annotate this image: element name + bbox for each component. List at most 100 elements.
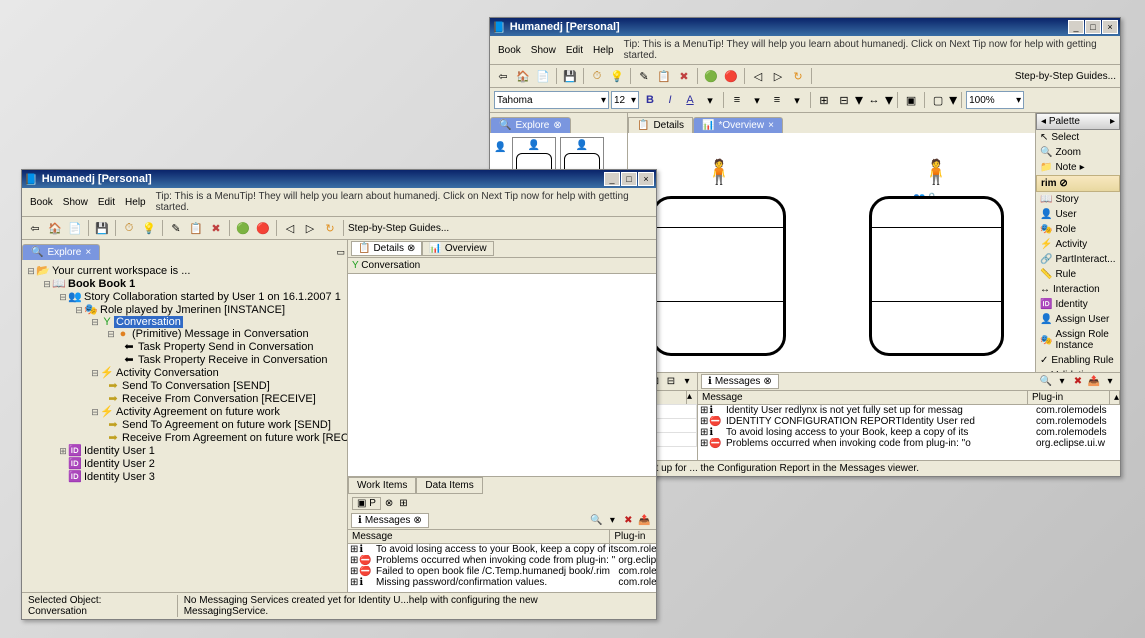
menu-show[interactable]: Show (59, 196, 92, 209)
back-icon[interactable]: ⇦ (26, 219, 44, 237)
palette-enabling-rule[interactable]: ✓ Enabling Rule (1036, 353, 1120, 368)
chevron-right-icon[interactable]: ▸ (1110, 116, 1115, 127)
filter-icon[interactable]: ⊟ (664, 376, 678, 387)
menu-edit[interactable]: Edit (562, 44, 587, 57)
actor-box[interactable] (651, 196, 786, 356)
refresh-icon[interactable]: ↻ (321, 219, 339, 237)
home-icon[interactable]: 🏠 (46, 219, 64, 237)
spacing-icon[interactable]: ↔ (865, 91, 883, 109)
message-row[interactable]: ⊞⛔Problems occurred when invoking code f… (698, 438, 1120, 449)
menu-help[interactable]: Help (589, 44, 618, 57)
explore-tree[interactable]: ⊟📂Your current workspace is ... ⊟📖Book B… (22, 260, 347, 592)
titlebar[interactable]: 📘Humanedj [Personal] _ □ × (22, 170, 656, 188)
font-family-combo[interactable]: Tahoma▾ (494, 91, 609, 109)
italic-button[interactable]: I (661, 91, 679, 109)
tab-explore[interactable]: 🔍 Explore ⊗ (490, 117, 571, 133)
dropdown-icon[interactable]: ▾ (748, 91, 766, 109)
tab-overview[interactable]: 📊 Overview (422, 241, 493, 256)
paste-icon[interactable]: 📋 (187, 219, 205, 237)
guides-link[interactable]: Step-by-Step Guides... (348, 223, 449, 234)
delete-icon[interactable]: ✖ (1071, 376, 1085, 387)
group-icon[interactable]: ▣ (902, 91, 920, 109)
bold-button[interactable]: B (641, 91, 659, 109)
font-color-button[interactable]: A (681, 91, 699, 109)
refresh-icon[interactable]: ↻ (789, 67, 807, 85)
palette-category[interactable]: rim ⊘ (1036, 175, 1120, 192)
x-button[interactable]: ⊗ (383, 498, 395, 509)
font-size-combo[interactable]: 12▾ (611, 91, 639, 109)
palette-user[interactable]: 👤 User (1036, 207, 1120, 222)
tab-work-items[interactable]: Work Items (348, 477, 416, 494)
palette-assign-user[interactable]: 👤 Assign User (1036, 312, 1120, 327)
tab-overview[interactable]: 📊 *Overview × (693, 117, 783, 133)
palette-partinteract[interactable]: 🔗 PartInteract... (1036, 252, 1120, 267)
edit-icon[interactable]: ✎ (635, 67, 653, 85)
menu-show[interactable]: Show (527, 44, 560, 57)
prev-icon[interactable]: ◁ (749, 67, 767, 85)
next-icon[interactable]: ▷ (301, 219, 319, 237)
palette-rule[interactable]: 📏 Rule (1036, 267, 1120, 282)
grid-icon[interactable]: ⊞ (397, 498, 409, 509)
export-icon[interactable]: 📤 (1087, 376, 1101, 387)
overview-canvas[interactable]: 🧍 Live? false 🧍 👥🔒 Live? false (628, 133, 1035, 372)
guides-link[interactable]: Step-by-Step Guides... (1015, 71, 1116, 82)
actor-box[interactable] (869, 196, 1004, 356)
p-button[interactable]: ▣ P (352, 497, 381, 510)
delete-icon[interactable]: ✖ (621, 515, 635, 526)
delete-icon[interactable]: ✖ (675, 67, 693, 85)
palette-story[interactable]: 📖 Story (1036, 192, 1120, 207)
start-icon[interactable]: 🟢 (234, 219, 252, 237)
save-icon[interactable]: 💾 (93, 219, 111, 237)
book-icon[interactable]: 📄 (66, 219, 84, 237)
history-icon[interactable]: ⏱ (588, 67, 606, 85)
book-icon[interactable]: 📄 (534, 67, 552, 85)
start-icon[interactable]: 🟢 (702, 67, 720, 85)
menu-edit[interactable]: Edit (94, 196, 119, 209)
maximize-button[interactable]: □ (621, 172, 637, 186)
layer-icon[interactable]: ▢ (929, 91, 947, 109)
paste-icon[interactable]: 📋 (655, 67, 673, 85)
palette-assign-role[interactable]: 🎭 Assign Role Instance (1036, 327, 1120, 353)
menu-book[interactable]: Book (494, 44, 525, 57)
bulb-icon[interactable]: 💡 (140, 219, 158, 237)
edit-icon[interactable]: ✎ (167, 219, 185, 237)
menu-help[interactable]: Help (121, 196, 150, 209)
message-row[interactable]: ⊞⛔Failed to open book file /C.Temp.human… (348, 566, 656, 577)
grid-icon[interactable]: ⊞ (815, 91, 833, 109)
dropdown-icon[interactable]: ▾ (701, 91, 719, 109)
palette-zoom[interactable]: 🔍 Zoom (1036, 145, 1120, 160)
palette-interaction[interactable]: ↔ Interaction (1036, 282, 1120, 297)
tab-messages[interactable]: ℹ Messages ⊗ (701, 374, 779, 389)
tab-details[interactable]: 📋 Details ⊗ (351, 241, 422, 256)
distribute-icon[interactable]: ⊟ (835, 91, 853, 109)
tab-explore[interactable]: 🔍 Explore × (22, 244, 100, 260)
stop-icon[interactable]: 🔴 (722, 67, 740, 85)
save-icon[interactable]: 💾 (561, 67, 579, 85)
palette-note[interactable]: 📁 Note ▸ (1036, 160, 1120, 175)
zoom-combo[interactable]: 100%▾ (966, 91, 1024, 109)
tab-data-items[interactable]: Data Items (416, 477, 482, 494)
close-button[interactable]: × (638, 172, 654, 186)
message-row[interactable]: ⊞ℹMissing password/confirmation values.c… (348, 577, 656, 588)
titlebar[interactable]: 📘Humanedj [Personal] _ □ × (490, 18, 1120, 36)
delete-icon[interactable]: ✖ (207, 219, 225, 237)
prev-icon[interactable]: ◁ (281, 219, 299, 237)
minimize-button[interactable]: _ (1068, 20, 1084, 34)
back-icon[interactable]: ⇦ (494, 67, 512, 85)
message-row[interactable]: ⊞⛔IDENTITY CONFIGURATION REPORTIdentity … (698, 416, 1120, 427)
bulb-icon[interactable]: 💡 (608, 67, 626, 85)
filter-icon[interactable]: 🔍 (589, 515, 603, 526)
align-center-icon[interactable]: ≡ (768, 91, 786, 109)
align-left-icon[interactable]: ≡ (728, 91, 746, 109)
maximize-button[interactable]: □ (1085, 20, 1101, 34)
palette-identity[interactable]: 🆔 Identity (1036, 297, 1120, 312)
palette-role[interactable]: 🎭 Role (1036, 222, 1120, 237)
history-icon[interactable]: ⏱ (120, 219, 138, 237)
filter-icon[interactable]: 🔍 (1039, 376, 1053, 387)
close-button[interactable]: × (1102, 20, 1118, 34)
next-icon[interactable]: ▷ (769, 67, 787, 85)
palette-activity[interactable]: ⚡ Activity (1036, 237, 1120, 252)
menu-book[interactable]: Book (26, 196, 57, 209)
tab-details[interactable]: 📋 Details (628, 117, 693, 133)
minimize-button[interactable]: _ (604, 172, 620, 186)
